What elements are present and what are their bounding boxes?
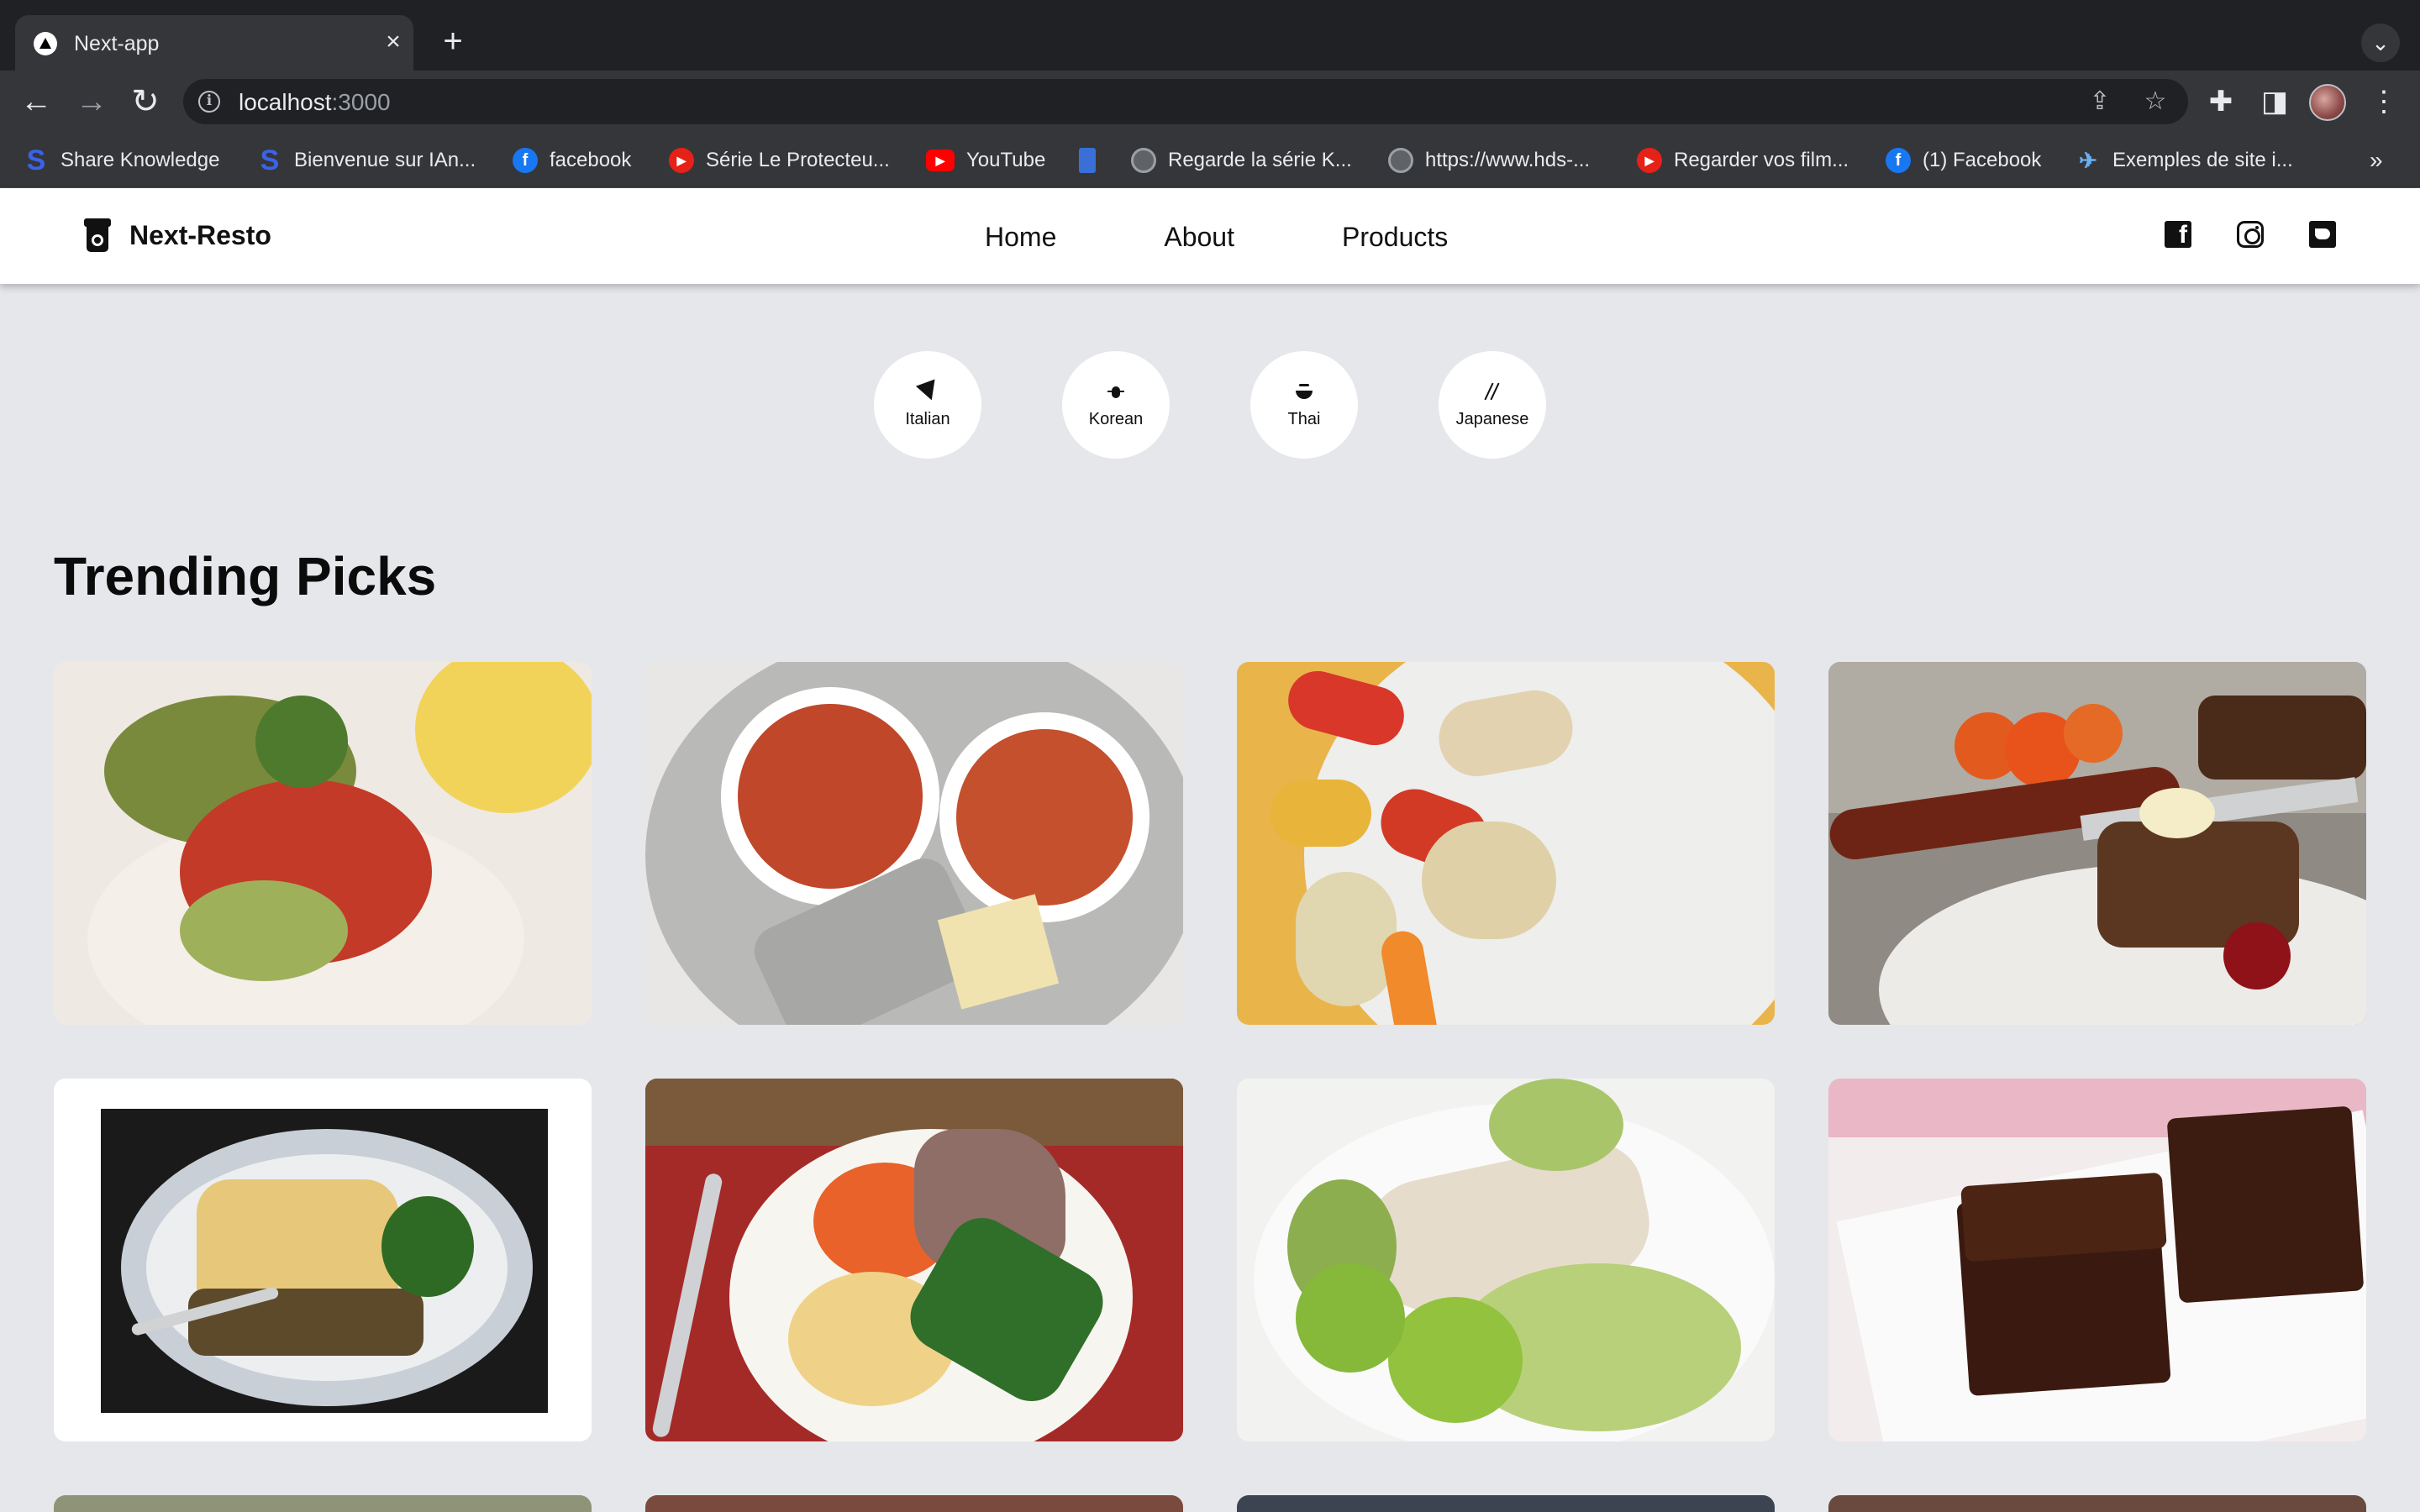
dish-card-soup-bowls[interactable] bbox=[645, 662, 1183, 1025]
bookmarks-bar: S Share Knowledge S Bienvenue sur IAn...… bbox=[0, 133, 2420, 188]
instagram-icon[interactable] bbox=[2237, 221, 2264, 248]
bookmark-item[interactable]: f (1) Facebook bbox=[1886, 146, 2041, 175]
browser-toolbar: ← → ↻ i localhost:3000 ⇪ ☆ ✚ ◨ ⋮ bbox=[0, 71, 2420, 133]
browser-menu-icon[interactable]: ⋮ bbox=[2365, 82, 2403, 121]
category-thai[interactable]: Thai bbox=[1250, 351, 1358, 459]
bookmark-label: Regarder vos film... bbox=[1674, 149, 1849, 171]
pizza-icon bbox=[917, 381, 939, 402]
play-icon: ▶ bbox=[669, 148, 694, 173]
bookmark-label: Série Le Protecteu... bbox=[706, 149, 890, 171]
side-panel-icon[interactable]: ◨ bbox=[2255, 82, 2294, 121]
play-icon: ▶ bbox=[1637, 148, 1662, 173]
category-label: Japanese bbox=[1455, 410, 1529, 428]
nav-link-home[interactable]: Home bbox=[985, 220, 1056, 254]
youtube-icon: ▶ bbox=[926, 150, 955, 171]
extensions-puzzle-icon[interactable]: ✚ bbox=[2202, 82, 2240, 121]
nav-links: Home About Products bbox=[985, 220, 1448, 254]
more-bookmarks-button[interactable]: » bbox=[2370, 146, 2383, 175]
chopsticks-icon bbox=[1481, 381, 1503, 402]
dish-card-partial[interactable] bbox=[1237, 1495, 1775, 1512]
bookmark-label: YouTube bbox=[966, 149, 1046, 171]
bookmark-item[interactable]: S Share Knowledge bbox=[24, 144, 220, 176]
twitter-icon[interactable] bbox=[2309, 221, 2336, 248]
bookmark-item[interactable]: ▶ YouTube bbox=[926, 146, 1045, 175]
bookmark-label: https://www.hds-... bbox=[1425, 149, 1591, 171]
tab-search-chevron-icon[interactable]: ⌄ bbox=[2361, 24, 2400, 62]
bowl-icon bbox=[1293, 381, 1315, 402]
bookmark-label: Regarde la série K... bbox=[1168, 149, 1352, 171]
browser-tab-bar: Next-app × + ⌄ bbox=[0, 0, 2420, 71]
category-japanese[interactable]: Japanese bbox=[1439, 351, 1546, 459]
bookmark-item[interactable]: f facebook bbox=[513, 146, 631, 175]
browser-tab-active[interactable]: Next-app × bbox=[15, 15, 413, 71]
plane-icon: ✈ bbox=[2079, 148, 2097, 173]
url-text[interactable]: localhost:3000 bbox=[239, 90, 391, 115]
bookmark-item[interactable]: ▶ Regarder vos film... bbox=[1637, 146, 1849, 175]
category-label: Korean bbox=[1088, 410, 1144, 428]
category-label: Italian bbox=[905, 410, 950, 428]
tab-title: Next-app bbox=[74, 32, 160, 55]
profile-avatar[interactable] bbox=[2309, 84, 2346, 121]
category-italian[interactable]: Italian bbox=[874, 351, 981, 459]
coffee-cup-icon bbox=[84, 218, 111, 252]
brand[interactable]: Next-Resto bbox=[84, 218, 271, 252]
bug-icon bbox=[1105, 381, 1127, 402]
bookmark-item[interactable]: https://www.hds-... bbox=[1388, 146, 1590, 175]
category-list: Italian Korean Thai Japanese bbox=[874, 351, 1546, 459]
dish-card-shepherds-pie[interactable] bbox=[54, 1079, 592, 1441]
dish-card-banana-bread[interactable] bbox=[1828, 662, 2366, 1025]
dish-card-partial[interactable] bbox=[1828, 1495, 2366, 1512]
dish-card-brownies[interactable] bbox=[1828, 1079, 2366, 1441]
dish-card-stuffed-peppers[interactable] bbox=[1237, 662, 1775, 1025]
bookmark-label: Exemples de site i... bbox=[2112, 149, 2293, 171]
share-icon[interactable]: ⇪ bbox=[2084, 86, 2116, 118]
globe-icon bbox=[1131, 148, 1156, 173]
url-host: localhost bbox=[239, 89, 332, 115]
bookmark-star-icon[interactable]: ☆ bbox=[2139, 86, 2171, 118]
reload-icon[interactable]: ↻ bbox=[126, 82, 165, 121]
app-page: Next-Resto Home About Products f Italian… bbox=[0, 188, 2420, 1512]
globe-icon bbox=[1388, 148, 1413, 173]
navbar: Next-Resto Home About Products f bbox=[0, 188, 2420, 284]
facebook-icon: f bbox=[513, 148, 538, 173]
dish-card-partial[interactable] bbox=[54, 1495, 592, 1512]
bookmark-label: facebook bbox=[550, 149, 632, 171]
category-korean[interactable]: Korean bbox=[1062, 351, 1170, 459]
bookmark-label: Bienvenue sur IAn... bbox=[294, 149, 476, 171]
bookmark-icon bbox=[1079, 148, 1096, 173]
section-title: Trending Picks bbox=[54, 546, 437, 606]
nav-link-products[interactable]: Products bbox=[1342, 220, 1448, 254]
dish-card-roast-beef-plate[interactable] bbox=[645, 1079, 1183, 1441]
bookmark-label: Share Knowledge bbox=[60, 149, 220, 171]
s-logo-icon: S bbox=[260, 144, 280, 176]
dish-card-halibut-salad[interactable] bbox=[1237, 1079, 1775, 1441]
brand-name: Next-Resto bbox=[129, 220, 271, 250]
back-arrow-icon[interactable]: ← bbox=[17, 82, 55, 121]
facebook-icon[interactable]: f bbox=[2165, 221, 2191, 248]
close-tab-icon[interactable]: × bbox=[378, 27, 408, 57]
dish-card-fish-tomato[interactable] bbox=[54, 662, 592, 1025]
site-info-icon[interactable]: i bbox=[198, 91, 220, 113]
bookmark-item[interactable]: S Bienvenue sur IAn... bbox=[257, 146, 476, 175]
dish-card-partial[interactable] bbox=[645, 1495, 1183, 1512]
category-label: Thai bbox=[1287, 410, 1321, 428]
nextjs-favicon-icon bbox=[34, 32, 57, 55]
bookmark-item[interactable]: Regarde la série K... bbox=[1131, 146, 1352, 175]
address-bar[interactable]: i localhost:3000 ⇪ ☆ bbox=[183, 79, 2188, 124]
nav-link-about[interactable]: About bbox=[1164, 220, 1234, 254]
forward-arrow-icon[interactable]: → bbox=[72, 82, 111, 121]
bookmark-item[interactable]: ▶ Série Le Protecteu... bbox=[669, 146, 890, 175]
facebook-icon: f bbox=[1886, 148, 1911, 173]
new-tab-button[interactable]: + bbox=[435, 24, 471, 59]
url-port: :3000 bbox=[331, 89, 391, 115]
bookmark-label: (1) Facebook bbox=[1923, 149, 2042, 171]
bookmark-item[interactable]: ✈ Exemples de site i... bbox=[2075, 146, 2293, 175]
s-logo-icon: S bbox=[26, 144, 46, 176]
bookmark-item[interactable] bbox=[1079, 146, 1096, 175]
